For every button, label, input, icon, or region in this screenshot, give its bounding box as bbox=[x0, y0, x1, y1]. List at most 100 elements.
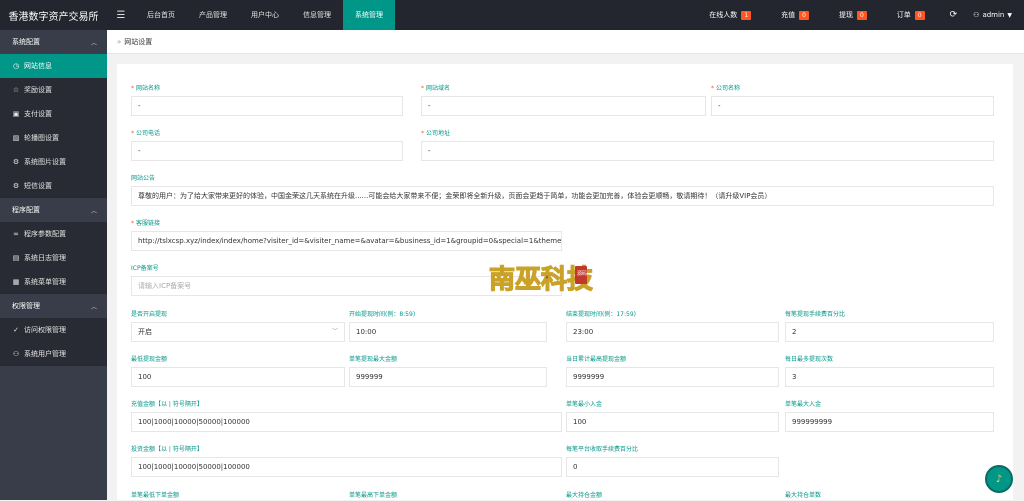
sidebar-group-program-config[interactable]: 程序配置 ︿ bbox=[0, 198, 107, 222]
sidebar-item-payment[interactable]: ▣ 支付设置 bbox=[0, 102, 107, 126]
nav-item-home[interactable]: 后台首页 bbox=[135, 0, 187, 30]
top-nav: 后台首页 产品管理 用户中心 信息管理 系统管理 bbox=[135, 0, 395, 30]
sidebar-item-system-menu[interactable]: ▦ 系统菜单管理 bbox=[0, 270, 107, 294]
sidebar-group-system-config[interactable]: 系统配置 ︿ bbox=[0, 30, 107, 54]
field-label: * 客服链接 bbox=[131, 220, 161, 227]
field-label: * 网站名称 bbox=[131, 85, 161, 92]
max-withdraw-each-input[interactable]: 999999 bbox=[349, 367, 547, 387]
site-name-field: * 网站名称 - bbox=[131, 84, 403, 116]
field-label: 当日累计最高提现金额 bbox=[566, 356, 627, 363]
sidebar-item-site-info[interactable]: ◷ 网站信息 bbox=[0, 54, 107, 78]
company-name-input[interactable]: - bbox=[711, 96, 994, 116]
hamburger-icon[interactable]: ☰ bbox=[107, 10, 135, 21]
top-bar: 香港数字资产交易所 ☰ 后台首页 产品管理 用户中心 信息管理 系统管理 在线人… bbox=[0, 0, 1024, 30]
online-users[interactable]: 在线人数 1 bbox=[694, 0, 766, 30]
site-name-input[interactable]: - bbox=[131, 96, 403, 116]
field-label: 每日最多提现次数 bbox=[785, 356, 834, 363]
withdraw-enabled-select[interactable]: 开启 ﹀ bbox=[131, 322, 345, 342]
user-name: admin bbox=[982, 11, 1005, 19]
field-label: 网站公告 bbox=[131, 175, 156, 182]
sidebar-item-label: 网站信息 bbox=[24, 62, 52, 70]
nav-item-users[interactable]: 用户中心 bbox=[239, 0, 291, 30]
star-icon: ☆ bbox=[12, 86, 20, 94]
site-domain-input[interactable]: - bbox=[421, 96, 706, 116]
recharge-badge: 0 bbox=[799, 10, 809, 20]
sound-icon[interactable]: ♪ bbox=[985, 465, 1013, 493]
online-users-label: 在线人数 bbox=[709, 11, 738, 19]
sidebar-item-label: 系统菜单管理 bbox=[24, 278, 66, 286]
select-value: 开启 bbox=[138, 328, 152, 336]
breadcrumb-label: 网站设置 bbox=[124, 37, 153, 46]
withdraw-start-input[interactable]: 10:00 bbox=[349, 322, 547, 342]
service-link-field: * 客服链接 http://tslxcsp.xyz/index/index/hom… bbox=[131, 219, 562, 251]
recharge-label: 充值 bbox=[781, 11, 796, 19]
nav-item-info[interactable]: 信息管理 bbox=[291, 0, 343, 30]
sidebar-item-system-log[interactable]: ▤ 系统日志管理 bbox=[0, 246, 107, 270]
withdraw-end-input[interactable]: 23:00 bbox=[566, 322, 779, 342]
field-label: 单笔最大入金 bbox=[785, 401, 822, 408]
sidebar-group-label: 程序配置 bbox=[12, 206, 40, 214]
withdraw-fee-input[interactable]: 2 bbox=[785, 322, 994, 342]
service-link-input[interactable]: http://tslxcsp.xyz/index/index/home?visi… bbox=[131, 231, 562, 251]
order-badge: 0 bbox=[914, 10, 925, 20]
sidebar-item-system-images[interactable]: ⚙ 系统图片设置 bbox=[0, 150, 107, 174]
platform-fee-input[interactable]: 0 bbox=[566, 457, 779, 477]
sidebar-item-carousel[interactable]: ▨ 轮播图设置 bbox=[0, 126, 107, 150]
min-withdraw-field: 最低提现金额 100 bbox=[131, 355, 345, 387]
chevron-up-icon: ︿ bbox=[90, 207, 97, 215]
chevron-up-icon: ︿ bbox=[90, 303, 97, 311]
menu-icon: ▦ bbox=[12, 278, 20, 286]
daily-withdraw-count-input[interactable]: 3 bbox=[785, 367, 994, 387]
withdraw-badge: 0 bbox=[856, 10, 867, 20]
nav-item-system[interactable]: 系统管理 bbox=[343, 0, 395, 30]
notice-input[interactable]: 尊敬的用户：为了给大家带来更好的体验，中国金荣这几天系统在升级......可能会… bbox=[131, 186, 994, 206]
invest-amounts-input[interactable]: 100|1000|10000|50000|100000 bbox=[131, 457, 562, 477]
sidebar-item-system-users[interactable]: ⚇ 系统用户管理 bbox=[0, 342, 107, 366]
daily-withdraw-count-field: 每日最多提现次数 3 bbox=[785, 355, 994, 387]
online-users-badge: 1 bbox=[741, 10, 752, 20]
field-label: 每笔提现手续费百分比 bbox=[785, 311, 846, 318]
refresh-icon[interactable]: ⟳ bbox=[940, 0, 968, 30]
clock-icon: ◷ bbox=[12, 62, 20, 70]
min-deposit-input[interactable]: 100 bbox=[566, 412, 779, 432]
recharge-notice[interactable]: 充值 0 bbox=[766, 0, 824, 30]
seal-text: 源码 bbox=[577, 270, 587, 277]
max-deposit-field: 单笔最大入金 999999999 bbox=[785, 400, 994, 432]
max-withdraw-each-field: 单笔提现最大金额 999999 bbox=[349, 355, 547, 387]
daily-withdraw-total-input[interactable]: 9999999 bbox=[566, 367, 779, 387]
field-label: 开始提现时间(例：8:59) bbox=[349, 311, 416, 318]
nav-item-products[interactable]: 产品管理 bbox=[187, 0, 239, 30]
company-phone-field: * 公司电话 - bbox=[131, 129, 403, 161]
withdraw-end-field: 结束提现时间(例：17:59) 23:00 bbox=[566, 310, 779, 342]
company-phone-input[interactable]: - bbox=[131, 141, 403, 161]
max-deposit-input[interactable]: 999999999 bbox=[785, 412, 994, 432]
payment-icon: ▣ bbox=[12, 110, 20, 118]
order-notice[interactable]: 订单 0 bbox=[882, 0, 940, 30]
company-address-input[interactable]: - bbox=[421, 141, 994, 161]
min-withdraw-input[interactable]: 100 bbox=[131, 367, 345, 387]
notice-field: 网站公告 尊敬的用户：为了给大家带来更好的体验，中国金荣这几天系统在升级....… bbox=[131, 174, 994, 206]
field-label: * 网站域名 bbox=[421, 85, 451, 92]
sidebar-item-reward[interactable]: ☆ 奖励设置 bbox=[0, 78, 107, 102]
company-name-field: * 公司名称 - bbox=[711, 84, 994, 116]
sidebar-item-label: 支付设置 bbox=[24, 110, 52, 118]
user-menu[interactable]: ⚇ admin ▼ bbox=[967, 0, 1024, 30]
recharge-amounts-input[interactable]: 100|1000|10000|50000|100000 bbox=[131, 412, 562, 432]
sidebar-group-label: 权限管理 bbox=[12, 302, 40, 310]
double-chevron-icon: » bbox=[117, 37, 122, 46]
sidebar-item-program-params[interactable]: ∞ 程序参数配置 bbox=[0, 222, 107, 246]
brand-title: 香港数字资产交易所 bbox=[8, 11, 99, 23]
daily-withdraw-total-field: 当日累计最高提现金额 9999999 bbox=[566, 355, 779, 387]
recharge-amounts-field: 充值金额【以 | 符号隔开】 100|1000|10000|50000|1000… bbox=[131, 400, 562, 432]
sidebar-group-permission[interactable]: 权限管理 ︿ bbox=[0, 294, 107, 318]
sidebar-item-sms[interactable]: ⚙ 短信设置 bbox=[0, 174, 107, 198]
site-domain-field: * 网站域名 - bbox=[421, 84, 706, 116]
withdraw-notice[interactable]: 提现 0 bbox=[824, 0, 882, 30]
field-label: 单笔最小入金 bbox=[566, 401, 603, 408]
breadcrumb: » 网站设置 bbox=[107, 30, 1024, 54]
chevron-up-icon: ︿ bbox=[90, 39, 97, 47]
user-icon: ⚇ bbox=[12, 350, 20, 358]
top-right-area: 在线人数 1 充值 0 提现 0 订单 0 ⟳ ⚇ admin ▼ bbox=[694, 0, 1024, 30]
sidebar-item-access-permission[interactable]: ✓ 访问权限管理 bbox=[0, 318, 107, 342]
platform-fee-field: 每笔平台收取手续费百分比 0 bbox=[566, 445, 779, 477]
